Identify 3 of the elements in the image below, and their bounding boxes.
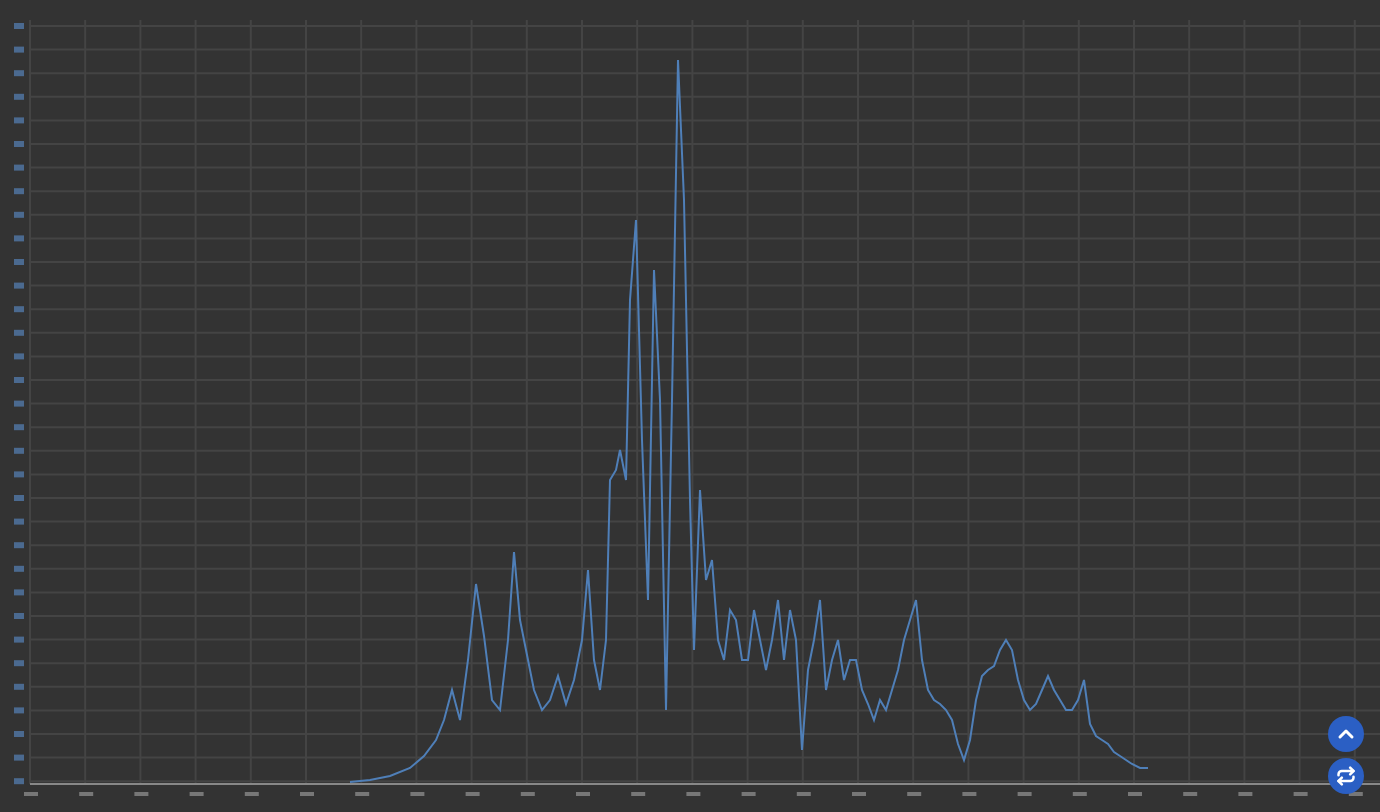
repeat-button[interactable]	[1328, 758, 1364, 794]
scroll-up-button[interactable]	[1328, 716, 1364, 752]
repeat-icon	[1336, 766, 1356, 786]
